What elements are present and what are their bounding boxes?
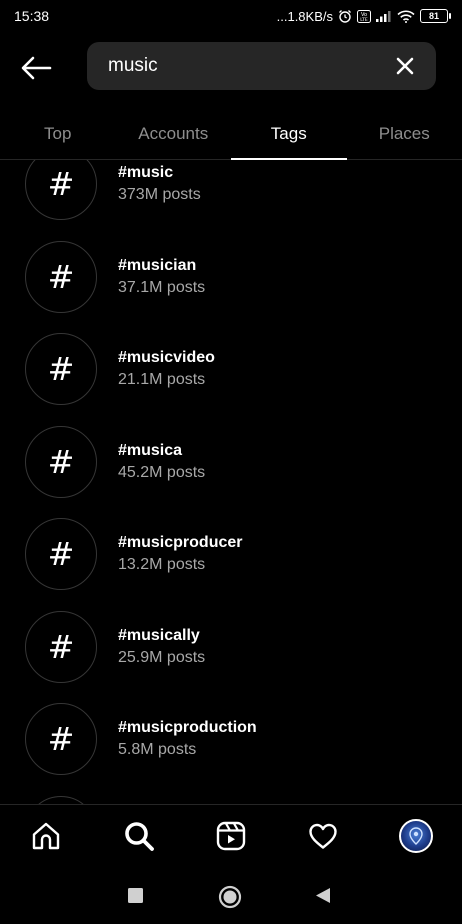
signal-icon <box>376 10 392 22</box>
list-item-partial[interactable] <box>0 786 462 804</box>
post-count: 45.2M posts <box>118 464 206 481</box>
tab-accounts[interactable]: Accounts <box>116 108 232 159</box>
hashtag-symbol: # <box>47 443 75 481</box>
recents-square-icon <box>127 887 143 903</box>
tag-name: #musica <box>118 442 183 459</box>
nav-activity[interactable] <box>293 811 353 861</box>
wifi-icon <box>397 10 415 23</box>
tab-top[interactable]: Top <box>0 108 116 159</box>
hashtag-symbol: # <box>47 535 75 573</box>
status-bar: 15:38 ...1.8KB/s Vo LTE 81 <box>0 0 462 32</box>
home-circle-icon <box>218 885 242 909</box>
tag-results-list: # #music 373M posts # #musician 37.1M po… <box>0 160 462 804</box>
tag-name: #music <box>118 164 174 181</box>
tag-name: #musicproducer <box>118 534 243 551</box>
tab-label: Accounts <box>138 123 209 143</box>
hashtag-icon: # <box>25 241 97 313</box>
list-item[interactable]: # #musicproduction 5.8M posts <box>0 693 462 785</box>
clear-search-button[interactable] <box>392 53 418 79</box>
hashtag-symbol: # <box>47 720 75 758</box>
tab-label: Tags <box>270 123 307 143</box>
tab-tags[interactable]: Tags <box>231 108 347 160</box>
list-item[interactable]: # #musica 45.2M posts <box>0 416 462 508</box>
system-nav-bar <box>0 866 462 924</box>
nav-profile[interactable] <box>386 811 446 861</box>
close-icon <box>396 57 414 75</box>
bottom-nav <box>0 804 462 866</box>
search-header <box>0 40 462 92</box>
list-item[interactable]: # #musically 25.9M posts <box>0 601 462 693</box>
tab-label: Places <box>378 123 430 143</box>
profile-avatar <box>398 818 433 853</box>
arrow-left-icon <box>21 56 52 80</box>
network-speed: ...1.8KB/s <box>276 8 333 24</box>
hashtag-symbol: # <box>47 258 75 296</box>
list-item[interactable]: # #music 373M posts <box>0 160 462 230</box>
nav-reels[interactable] <box>201 811 261 861</box>
alarm-icon <box>338 9 352 23</box>
hashtag-icon <box>25 796 97 804</box>
recents-button[interactable] <box>126 886 144 904</box>
post-count: 5.8M posts <box>118 741 197 758</box>
volte-icon: Vo LTE <box>357 9 371 23</box>
hashtag-symbol: # <box>47 165 75 203</box>
nav-home[interactable] <box>16 811 76 861</box>
hashtag-icon: # <box>25 611 97 683</box>
home-icon <box>32 822 60 849</box>
system-back-button[interactable] <box>314 886 332 904</box>
tag-name: #musically <box>118 627 200 644</box>
tab-label: Top <box>44 123 72 143</box>
post-count: 13.2M posts <box>118 556 206 573</box>
back-button[interactable] <box>18 50 54 86</box>
hashtag-symbol: # <box>47 628 75 666</box>
battery-level: 81 <box>428 11 439 21</box>
hashtag-icon: # <box>25 426 97 498</box>
post-count: 25.9M posts <box>118 649 206 666</box>
nav-search[interactable] <box>109 811 169 861</box>
tab-places[interactable]: Places <box>347 108 462 159</box>
post-count: 21.1M posts <box>118 371 206 388</box>
status-time: 15:38 <box>14 8 50 24</box>
post-count: 373M posts <box>118 186 201 203</box>
list-item[interactable]: # #musicproducer 13.2M posts <box>0 508 462 600</box>
hashtag-symbol: # <box>47 350 75 388</box>
reels-icon <box>216 821 246 850</box>
search-tabs: Top Accounts Tags Places <box>0 108 462 160</box>
post-count: 37.1M posts <box>118 279 206 296</box>
heart-icon <box>309 823 338 849</box>
search-icon <box>124 821 154 851</box>
battery-icon: 81 <box>420 9 451 23</box>
hashtag-icon: # <box>25 333 97 405</box>
back-triangle-icon <box>316 887 330 903</box>
search-input[interactable] <box>108 42 392 90</box>
system-home-button[interactable] <box>217 884 243 910</box>
status-icons: ...1.8KB/s Vo LTE 81 <box>276 8 451 24</box>
hashtag-icon: # <box>25 703 97 775</box>
search-box[interactable] <box>87 42 436 90</box>
svg-text:LTE: LTE <box>360 17 368 23</box>
tag-name: #musicvideo <box>118 349 215 366</box>
list-item[interactable]: # #musician 37.1M posts <box>0 231 462 323</box>
hashtag-icon: # <box>25 518 97 590</box>
hashtag-icon: # <box>25 160 97 220</box>
tag-name: #musician <box>118 257 197 274</box>
list-item[interactable]: # #musicvideo 21.1M posts <box>0 323 462 415</box>
tag-name: #musicproduction <box>118 719 257 736</box>
